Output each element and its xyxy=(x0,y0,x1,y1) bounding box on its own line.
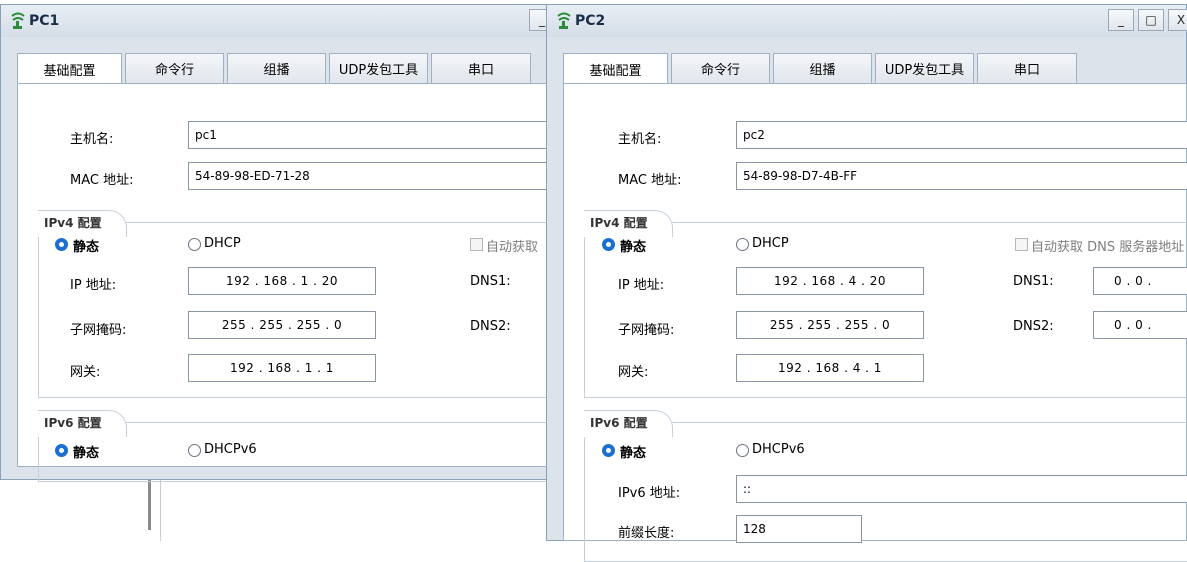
tab-serial-port[interactable]: 串口 xyxy=(431,53,531,83)
ipv6-section-title: IPv6 配置 xyxy=(584,410,673,437)
auto-dns-label: 自动获取 xyxy=(486,240,539,255)
minimize-button[interactable]: _ xyxy=(1108,9,1134,31)
auto-dns-checkbox[interactable] xyxy=(1015,238,1028,251)
tab-bar: 基础配置 命令行 组播 UDP发包工具 串口 xyxy=(563,53,1080,84)
dns1-label: DNS1: xyxy=(470,274,511,289)
dns1-label: DNS1: xyxy=(1013,274,1054,289)
mac-input[interactable]: 54-89-98-D7-4B-FF xyxy=(736,162,1187,190)
mask-input[interactable]: 255 . 255 . 255 . 0 xyxy=(188,311,376,339)
mask-label: 子网掩码: xyxy=(70,323,127,338)
dhcpv6-radio[interactable] xyxy=(188,444,201,457)
dhcp-radio[interactable] xyxy=(188,238,201,251)
tab-bar: 基础配置 命令行 组播 UDP发包工具 串口 xyxy=(17,53,534,84)
tab-udp-tool[interactable]: UDP发包工具 xyxy=(875,53,974,83)
dhcpv6-label: DHCPv6 xyxy=(204,442,257,457)
basic-config-panel: 主机名: pc1 MAC 地址: 54-89-98-ED-71-28 IPv4 … xyxy=(17,83,578,482)
dhcp-label: DHCP xyxy=(204,236,241,251)
dns2-input[interactable]: 0 . 0 . xyxy=(1093,311,1187,339)
ipv6-address-input[interactable]: :: xyxy=(736,475,1187,503)
tab-basic-config[interactable]: 基础配置 xyxy=(563,53,668,84)
dhcpv6-label: DHCPv6 xyxy=(752,442,805,457)
prefix-length-label: 前缀长度: xyxy=(618,526,675,541)
mask-input[interactable]: 255 . 255 . 255 . 0 xyxy=(736,311,924,339)
ip-label: IP 地址: xyxy=(618,278,665,293)
ip-label: IP 地址: xyxy=(70,278,117,293)
tab-command-line[interactable]: 命令行 xyxy=(671,53,770,83)
static6-radio[interactable] xyxy=(55,444,68,457)
auto-dns-checkbox[interactable] xyxy=(470,238,483,251)
window-title: PC1 xyxy=(29,13,60,29)
window-title: PC2 xyxy=(575,13,606,29)
static6-label: 静态 xyxy=(73,446,100,461)
gateway-input[interactable]: 192 . 168 . 4 . 1 xyxy=(736,354,924,382)
tab-command-line[interactable]: 命令行 xyxy=(125,53,224,83)
gateway-input[interactable]: 192 . 168 . 1 . 1 xyxy=(188,354,376,382)
dhcpv6-radio[interactable] xyxy=(736,444,749,457)
pc2-window: PC2 _ □ X 基础配置 命令行 组播 UDP发包工具 串口 主机名: pc… xyxy=(546,4,1187,562)
hostname-label: 主机名: xyxy=(618,132,662,147)
auto-dns-label: 自动获取 DNS 服务器地址 xyxy=(1031,240,1185,255)
close-button[interactable]: X xyxy=(1168,9,1187,31)
tab-basic-config[interactable]: 基础配置 xyxy=(17,53,122,84)
dhcp-radio[interactable] xyxy=(736,238,749,251)
dns2-label: DNS2: xyxy=(1013,319,1054,334)
gateway-label: 网关: xyxy=(618,365,649,380)
tab-multicast[interactable]: 组播 xyxy=(227,53,326,83)
static6-radio[interactable] xyxy=(602,444,615,457)
tab-serial-port[interactable]: 串口 xyxy=(977,53,1077,83)
mask-label: 子网掩码: xyxy=(618,323,675,338)
hostname-label: 主机名: xyxy=(70,132,114,147)
dns2-label: DNS2: xyxy=(470,319,511,334)
hostname-input[interactable]: pc2 xyxy=(736,121,1187,149)
ipv6-group: IPv6 配置 xyxy=(38,410,578,482)
static-label: 静态 xyxy=(73,240,100,255)
ip-input[interactable]: 192 . 168 . 4 . 20 xyxy=(736,267,924,295)
static-label: 静态 xyxy=(620,240,647,255)
gateway-label: 网关: xyxy=(70,365,101,380)
pc2-titlebar[interactable]: PC2 _ □ X xyxy=(547,5,1187,37)
network-pc-icon xyxy=(557,12,571,29)
prefix-length-input[interactable]: 128 xyxy=(736,515,862,543)
tab-udp-tool[interactable]: UDP发包工具 xyxy=(329,53,428,83)
ip-input[interactable]: 192 . 168 . 1 . 20 xyxy=(188,267,376,295)
static-radio[interactable] xyxy=(602,238,615,251)
pc1-window: PC1 _ 基础配置 命令行 组播 UDP发包工具 串口 主机名: pc1 MA… xyxy=(0,4,578,482)
mac-label: MAC 地址: xyxy=(618,173,682,188)
mac-label: MAC 地址: xyxy=(70,173,134,188)
hostname-input[interactable]: pc1 xyxy=(188,121,568,149)
ipv6-section-title: IPv6 配置 xyxy=(38,410,127,437)
ipv4-section-title: IPv4 配置 xyxy=(38,210,127,237)
ipv4-section-title: IPv4 配置 xyxy=(584,210,673,237)
basic-config-panel: 主机名: pc2 MAC 地址: 54-89-98-D7-4B-FF IPv4 … xyxy=(563,83,1187,562)
static-radio[interactable] xyxy=(55,238,68,251)
dhcp-label: DHCP xyxy=(752,236,789,251)
mac-input[interactable]: 54-89-98-ED-71-28 xyxy=(188,162,568,190)
maximize-button[interactable]: □ xyxy=(1138,9,1164,31)
tab-multicast[interactable]: 组播 xyxy=(773,53,872,83)
static6-label: 静态 xyxy=(620,446,647,461)
network-pc-icon xyxy=(11,12,25,29)
dns1-input[interactable]: 0 . 0 . xyxy=(1093,267,1187,295)
pc1-titlebar[interactable]: PC1 _ xyxy=(1,5,559,37)
ipv6-address-label: IPv6 地址: xyxy=(618,486,681,501)
scrollbar-handle[interactable] xyxy=(148,480,151,530)
